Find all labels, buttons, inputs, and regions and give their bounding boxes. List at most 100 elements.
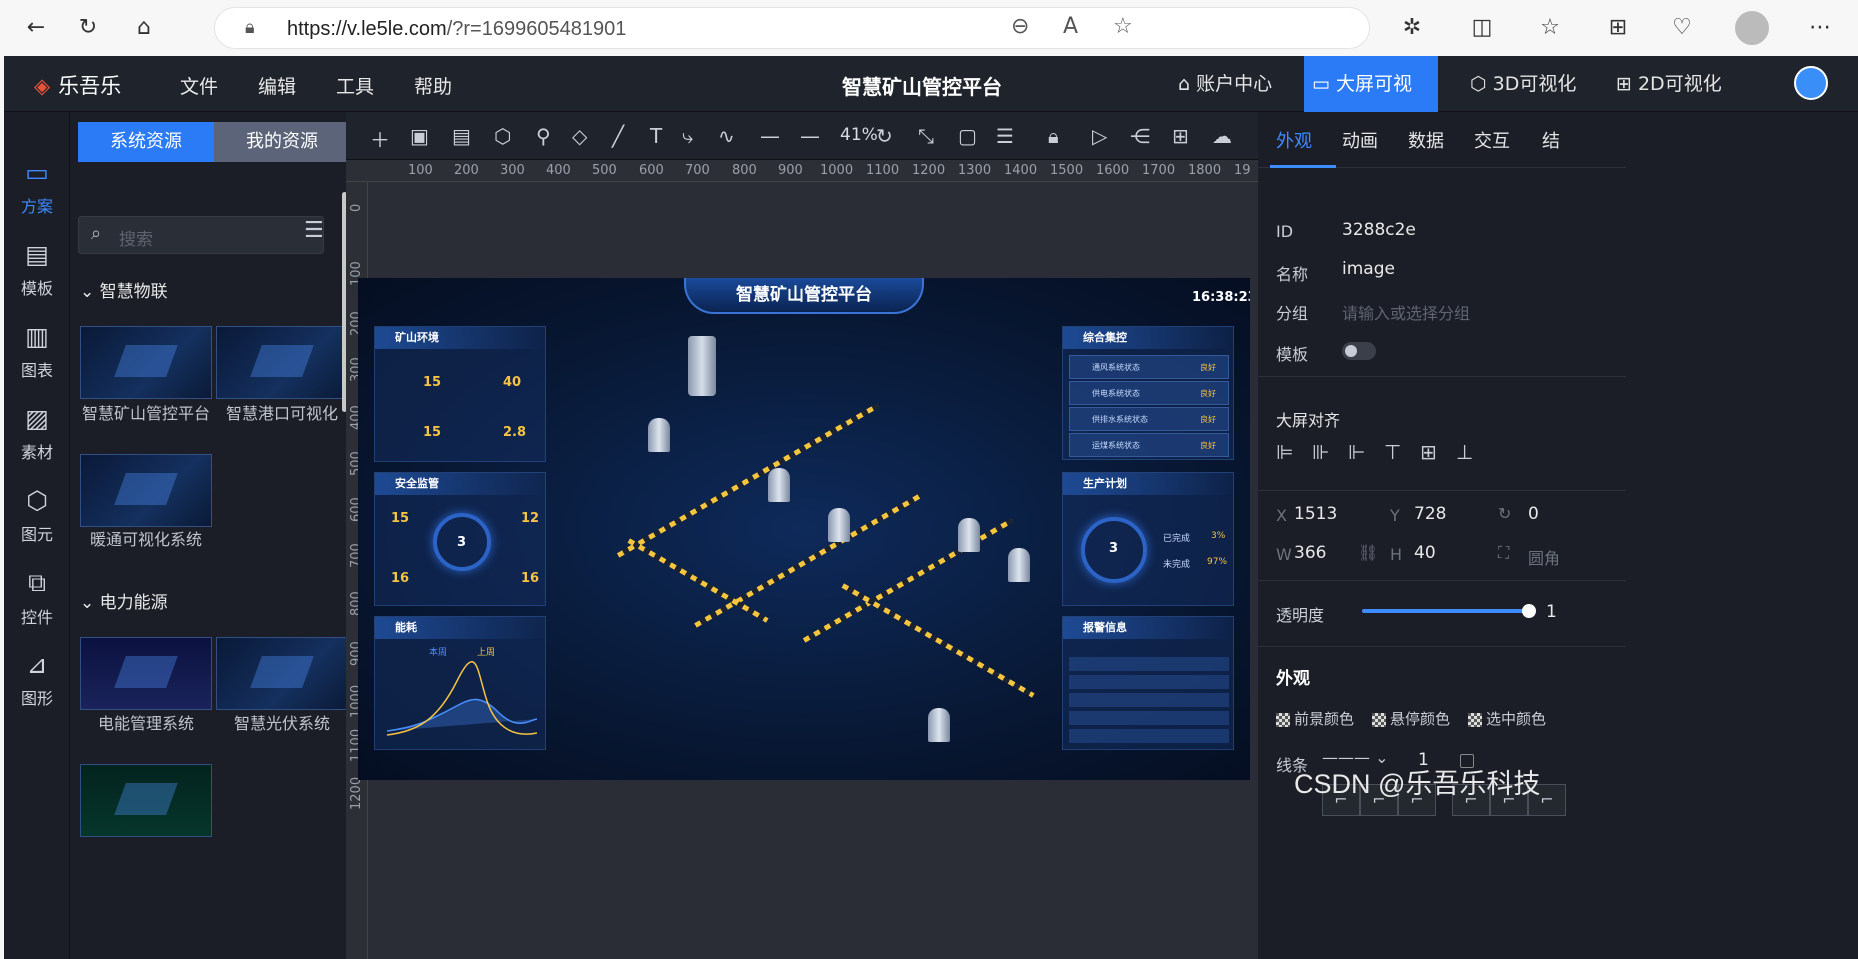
align-left-icon[interactable]: ⊫ [1276, 440, 1293, 464]
sidebar-item-charts[interactable]: ▥ 图表 [4, 322, 70, 381]
text-icon[interactable]: T [650, 124, 662, 148]
frame-icon[interactable]: ▢ [958, 124, 977, 148]
nav-2d[interactable]: ⊞ 2D可视化 [1608, 56, 1730, 112]
x-field[interactable]: 1513 [1294, 504, 1337, 524]
control-row: 供排水系统状态 良好 [1069, 407, 1229, 431]
width-field[interactable]: 366 [1294, 543, 1326, 563]
tab-interaction[interactable]: 交互 [1474, 127, 1510, 153]
sidebar-item-controls[interactable]: ⧉ 控件 [4, 568, 70, 628]
template-thumbnail[interactable] [80, 454, 212, 527]
hexagon-icon[interactable]: ⬡ [494, 124, 511, 148]
add-icon[interactable]: ＋ [370, 124, 390, 153]
tab-data[interactable]: 数据 [1408, 127, 1444, 153]
share-icon[interactable]: ⋲ [1130, 124, 1150, 148]
env-co2: 15 [423, 425, 442, 440]
align-center-icon[interactable]: ⊪ [1312, 440, 1329, 464]
ruler-tick: 700 [685, 163, 710, 178]
extensions-icon[interactable]: ✲ [1396, 12, 1428, 44]
template-thumbnail[interactable] [80, 764, 212, 837]
dashboard-screen[interactable]: 智慧矿山管控平台 16:38:23 矿山环境 15 40 15 2.8 安全监管… [358, 278, 1250, 780]
tab-my-resources[interactable]: 我的资源 [214, 122, 350, 162]
read-aloud-icon[interactable]: A [1063, 14, 1078, 39]
save-icon[interactable]: ▣ [410, 124, 429, 148]
sidebar-item-plans[interactable]: ▭ 方案 [4, 158, 70, 217]
plan-ring-value: 3 [1109, 541, 1119, 556]
sidebar-item-templates[interactable]: ▤ 模板 [4, 240, 70, 299]
tab-structure[interactable]: 结 [1542, 127, 1560, 153]
opacity-slider[interactable] [1362, 609, 1528, 613]
search-input[interactable]: ⌕ 搜索 [78, 216, 324, 254]
user-avatar[interactable] [1794, 66, 1828, 100]
list-view-icon[interactable]: ☰ [304, 218, 324, 243]
eraser-icon[interactable]: ◇ [572, 124, 587, 148]
collections-icon[interactable]: ⊞ [1602, 12, 1634, 44]
cloud-icon[interactable]: ☁ [1212, 124, 1232, 148]
nav-account[interactable]: ⌂ 账户中心 [1170, 56, 1280, 112]
template-thumbnail[interactable] [216, 637, 348, 710]
opacity-slider-knob[interactable] [1522, 604, 1536, 618]
favorites-icon[interactable]: ☆ [1534, 12, 1566, 44]
align-bottom-icon[interactable]: ⊥ [1456, 440, 1473, 464]
menu-edit[interactable]: 编辑 [258, 72, 296, 99]
template-toggle[interactable] [1342, 342, 1376, 360]
align-middle-icon[interactable]: ⊞ [1420, 440, 1437, 464]
align-right-icon[interactable]: ⊩ [1348, 440, 1365, 464]
connector-icon[interactable]: ⤷ [682, 124, 693, 148]
link-icon[interactable]: ⛓ [1358, 543, 1378, 562]
nav-dashboard[interactable]: ▭ 大屏可视化 [1304, 56, 1438, 151]
panel-safety: 安全监管 15 12 16 16 3 [374, 472, 546, 606]
hover-color[interactable]: 悬停颜色 [1372, 708, 1450, 729]
split-screen-icon[interactable]: ◫ [1466, 12, 1498, 44]
category-header-iot[interactable]: ⌄ 智慧物联 [80, 277, 168, 302]
name-field[interactable]: image [1342, 259, 1395, 279]
sidebar-item-materials[interactable]: ▨ 素材 [4, 404, 70, 463]
qrcode-icon[interactable]: ⊞ [1172, 124, 1189, 148]
sidebar-item-elements[interactable]: ⬡ 图元 [4, 486, 70, 545]
page-icon[interactable]: ▤ [452, 124, 471, 148]
nav-3d[interactable]: ⬡ 3D可视化 [1462, 56, 1584, 112]
template-thumbnail[interactable] [216, 326, 348, 399]
lock-icon[interactable]: 🔒︎ [1048, 124, 1059, 148]
template-thumbnail[interactable] [80, 637, 212, 710]
zoom-out-icon[interactable]: ⊖ [1011, 14, 1029, 39]
radius-label[interactable]: 圆角 [1528, 545, 1560, 569]
logo[interactable]: ◈ 乐吾乐 [34, 70, 121, 100]
tab-animation[interactable]: 动画 [1342, 127, 1378, 153]
selected-color[interactable]: 选中颜色 [1468, 708, 1546, 729]
zoom-level[interactable]: 41% [840, 125, 878, 145]
foreground-color[interactable]: 前景颜色 [1276, 708, 1354, 729]
monitor-icon: ▭ [1312, 73, 1336, 95]
favorite-icon[interactable]: ☆ [1113, 14, 1133, 39]
tab-appearance[interactable]: 外观 [1276, 127, 1312, 153]
format-brush-icon[interactable]: ⚲ [536, 124, 551, 148]
group-select[interactable]: 请输入或选择分组 [1342, 300, 1470, 324]
home-icon[interactable]: ⌂ [128, 12, 160, 44]
menu-help[interactable]: 帮助 [414, 72, 452, 99]
sidebar-item-shapes[interactable]: ⊿ 图形 [4, 650, 70, 709]
play-icon[interactable]: ▷ [1092, 124, 1107, 148]
address-bar[interactable]: 🔒︎ https://v.le5le.com/?r=1699605481901 … [214, 7, 1370, 49]
health-icon[interactable]: ♡ [1666, 12, 1698, 44]
align-top-icon[interactable]: ⊤ [1384, 440, 1401, 464]
menu-file[interactable]: 文件 [180, 72, 218, 99]
height-field[interactable]: 40 [1414, 543, 1436, 563]
layers-icon[interactable]: ☰ [996, 124, 1014, 148]
line-end-icon[interactable]: — [800, 124, 820, 148]
line-style-icon[interactable]: — [760, 124, 780, 148]
more-icon[interactable]: ⋯ [1804, 12, 1836, 44]
y-field[interactable]: 728 [1414, 504, 1446, 524]
ruler-tick: 100 [408, 163, 433, 178]
fit-icon[interactable]: ⤡ [918, 124, 934, 148]
curve-icon[interactable]: ∿ [718, 124, 735, 148]
category-header-energy[interactable]: ⌄ 电力能源 [80, 588, 168, 613]
rotation-field[interactable]: 0 [1528, 504, 1539, 524]
tab-system-resources[interactable]: 系统资源 [78, 122, 214, 162]
back-icon[interactable]: ← [20, 12, 52, 44]
group-label: 分组 [1276, 304, 1309, 323]
line-icon[interactable]: ╱ [612, 124, 624, 148]
menu-tools[interactable]: 工具 [336, 72, 374, 99]
reset-zoom-icon[interactable]: ↻ [876, 124, 893, 148]
template-thumbnail[interactable] [80, 326, 212, 399]
profile-avatar[interactable] [1735, 11, 1769, 45]
refresh-icon[interactable]: ↻ [72, 12, 104, 44]
